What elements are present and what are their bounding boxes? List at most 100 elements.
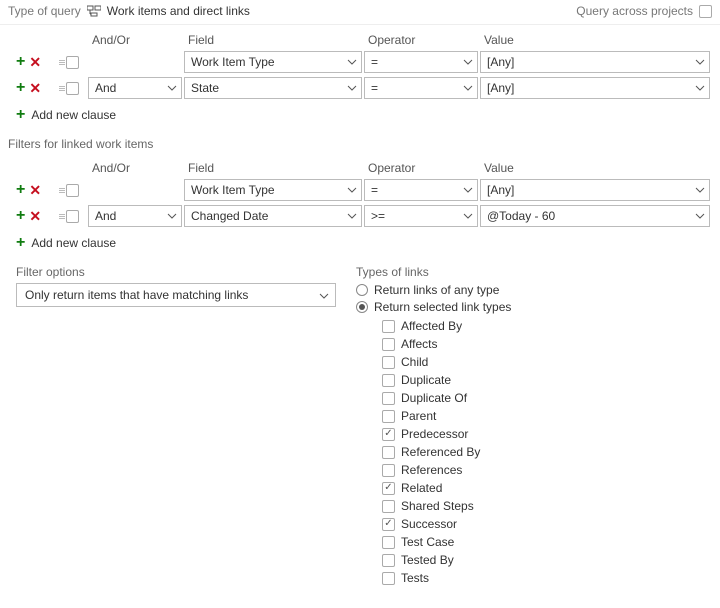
link-type-label: Related bbox=[401, 481, 442, 495]
andor-value: And bbox=[95, 81, 116, 95]
field-dropdown[interactable]: State bbox=[184, 77, 362, 99]
linked-filter: And/Or Field Operator Value +✕Work Item … bbox=[0, 153, 720, 259]
header-operator: Operator bbox=[366, 161, 482, 175]
drag-handle-icon[interactable] bbox=[58, 60, 66, 65]
link-type-list: Affected ByAffects Child DuplicateDuplicat… bbox=[382, 317, 712, 587]
chevron-down-icon bbox=[463, 187, 473, 193]
drag-handle-icon[interactable] bbox=[58, 86, 66, 91]
operator-dropdown[interactable]: = bbox=[364, 51, 478, 73]
link-type-checkbox[interactable] bbox=[382, 536, 395, 549]
field-value: State bbox=[191, 81, 219, 95]
remove-clause-button[interactable]: ✕ bbox=[29, 81, 41, 95]
link-type-checkbox[interactable] bbox=[382, 320, 395, 333]
link-type-item[interactable]: Tested By bbox=[382, 551, 712, 569]
radio-selected-label: Return selected link types bbox=[374, 300, 511, 314]
operator-dropdown[interactable]: = bbox=[364, 179, 478, 201]
top-clause-row: + ✕ Work Item Type = [Any] bbox=[8, 49, 712, 75]
chevron-down-icon bbox=[695, 187, 705, 193]
value-dropdown[interactable]: [Any] bbox=[480, 179, 710, 201]
link-type-item[interactable]: Child bbox=[382, 353, 712, 371]
link-type-checkbox[interactable] bbox=[382, 338, 395, 351]
link-type-item[interactable]: Related bbox=[382, 479, 712, 497]
field-value: Changed Date bbox=[191, 209, 268, 223]
link-type-checkbox[interactable] bbox=[382, 554, 395, 567]
link-type-item[interactable]: Duplicate bbox=[382, 371, 712, 389]
remove-clause-button[interactable]: ✕ bbox=[29, 183, 41, 197]
add-new-clause-top[interactable]: + Add new clause bbox=[8, 101, 712, 131]
field-value: Work Item Type bbox=[191, 55, 275, 69]
link-type-checkbox[interactable] bbox=[382, 572, 395, 585]
radio-selected-types[interactable]: Return selected link types bbox=[356, 300, 712, 314]
link-type-item[interactable]: References bbox=[382, 461, 712, 479]
linked-clause-row: + ✕ And Changed Date >=@Today - 60 bbox=[8, 203, 712, 229]
add-new-clause-linked[interactable]: + Add new clause bbox=[8, 229, 712, 259]
chevron-down-icon bbox=[695, 59, 705, 65]
link-type-item[interactable]: Test Case bbox=[382, 533, 712, 551]
insert-clause-button[interactable]: + bbox=[16, 182, 25, 198]
chevron-down-icon bbox=[463, 85, 473, 91]
link-type-checkbox[interactable] bbox=[382, 464, 395, 477]
chevron-down-icon bbox=[695, 213, 705, 219]
operator-value: = bbox=[371, 81, 378, 95]
link-type-label: Successor bbox=[401, 517, 457, 531]
clause-checkbox[interactable] bbox=[66, 210, 79, 223]
andor-dropdown[interactable]: And bbox=[88, 77, 182, 99]
link-type-item[interactable]: Predecessor bbox=[382, 425, 712, 443]
work-items-direct-links-icon bbox=[87, 5, 101, 17]
link-type-item[interactable]: Referenced By bbox=[382, 443, 712, 461]
operator-value: = bbox=[371, 55, 378, 69]
field-dropdown[interactable]: Work Item Type bbox=[184, 179, 362, 201]
value-text: [Any] bbox=[487, 183, 514, 197]
insert-clause-button[interactable]: + bbox=[16, 208, 25, 224]
link-type-item[interactable]: Successor bbox=[382, 515, 712, 533]
filter-options-dropdown[interactable]: Only return items that have matching lin… bbox=[16, 283, 336, 307]
header-value: Value bbox=[482, 33, 712, 47]
link-type-item[interactable]: Tests bbox=[382, 569, 712, 587]
header-andor: And/Or bbox=[90, 161, 186, 175]
value-dropdown[interactable]: @Today - 60 bbox=[480, 205, 710, 227]
link-type-checkbox[interactable] bbox=[382, 446, 395, 459]
operator-dropdown[interactable]: >= bbox=[364, 205, 478, 227]
drag-handle-icon[interactable] bbox=[58, 188, 66, 193]
value-dropdown[interactable]: [Any] bbox=[480, 51, 710, 73]
radio-any-type[interactable]: Return links of any type bbox=[356, 283, 712, 297]
link-type-item[interactable]: Affected By bbox=[382, 317, 712, 335]
clause-checkbox[interactable] bbox=[66, 56, 79, 69]
link-type-item[interactable]: Duplicate Of bbox=[382, 389, 712, 407]
link-type-label: References bbox=[401, 463, 462, 477]
chevron-down-icon bbox=[463, 59, 473, 65]
insert-clause-button[interactable]: + bbox=[16, 54, 25, 70]
link-type-checkbox[interactable] bbox=[382, 500, 395, 513]
clause-headers: And/Or Field Operator Value bbox=[58, 29, 712, 49]
query-across-projects-checkbox[interactable] bbox=[699, 5, 712, 18]
operator-dropdown[interactable]: = bbox=[364, 77, 478, 99]
andor-dropdown bbox=[88, 179, 182, 201]
value-dropdown[interactable]: [Any] bbox=[480, 77, 710, 99]
link-type-item[interactable]: Shared Steps bbox=[382, 497, 712, 515]
link-type-checkbox[interactable] bbox=[382, 428, 395, 441]
type-of-query-value[interactable]: Work items and direct links bbox=[107, 4, 250, 18]
insert-clause-button[interactable]: + bbox=[16, 80, 25, 96]
link-type-label: Child bbox=[401, 355, 428, 369]
link-type-item[interactable]: Parent bbox=[382, 407, 712, 425]
field-dropdown[interactable]: Work Item Type bbox=[184, 51, 362, 73]
clause-checkbox[interactable] bbox=[66, 184, 79, 197]
field-dropdown[interactable]: Changed Date bbox=[184, 205, 362, 227]
andor-dropdown[interactable]: And bbox=[88, 205, 182, 227]
link-type-checkbox[interactable] bbox=[382, 518, 395, 531]
link-type-item[interactable]: Affects bbox=[382, 335, 712, 353]
link-type-checkbox[interactable] bbox=[382, 410, 395, 423]
clause-checkbox[interactable] bbox=[66, 82, 79, 95]
remove-clause-button[interactable]: ✕ bbox=[29, 209, 41, 223]
link-type-checkbox[interactable] bbox=[382, 482, 395, 495]
drag-handle-icon[interactable] bbox=[58, 214, 66, 219]
link-type-label: Tested By bbox=[401, 553, 454, 567]
field-value: Work Item Type bbox=[191, 183, 275, 197]
chevron-down-icon bbox=[167, 85, 177, 91]
plus-icon: + bbox=[16, 235, 25, 251]
link-type-checkbox[interactable] bbox=[382, 356, 395, 369]
link-type-checkbox[interactable] bbox=[382, 392, 395, 405]
top-left: Type of query Work items and direct link… bbox=[8, 4, 250, 18]
remove-clause-button[interactable]: ✕ bbox=[29, 55, 41, 69]
link-type-checkbox[interactable] bbox=[382, 374, 395, 387]
